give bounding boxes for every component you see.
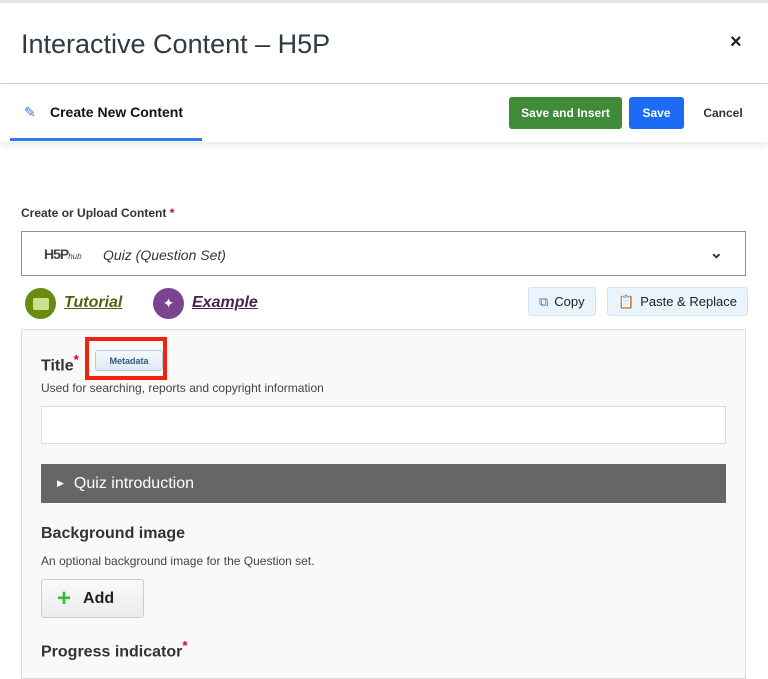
required-marker: *: [182, 638, 188, 653]
tab-create-new-content[interactable]: ✎ Create New Content: [10, 84, 202, 141]
toolbar: ✎ Create New Content Save and Insert Sav…: [0, 84, 768, 142]
quiz-introduction-accordion[interactable]: ▶ Quiz introduction: [41, 464, 726, 503]
progress-text: Progress indicator: [41, 643, 183, 661]
label-text: Create or Upload Content: [21, 206, 167, 220]
h5p-hub-logo: H5Phub: [44, 246, 82, 262]
accordion-label: Quiz introduction: [73, 474, 194, 492]
hub-logo-text: H5P: [44, 246, 69, 262]
content-type-select[interactable]: H5Phub Quiz (Question Set) ⌄: [21, 231, 746, 276]
paste-label: Paste & Replace: [640, 294, 738, 309]
clipboard-icon: 📋: [618, 293, 635, 309]
progress-indicator-label: Progress indicator*: [41, 638, 188, 661]
dialog-title: Interactive Content – H5P: [21, 29, 331, 59]
copy-label: Copy: [554, 294, 585, 309]
paste-replace-button[interactable]: 📋 Paste & Replace: [607, 287, 749, 316]
required-marker: *: [73, 352, 79, 367]
content-type-label: Create or Upload Content *: [21, 206, 174, 220]
tutorial-link[interactable]: Tutorial: [64, 294, 122, 312]
magic-wand-icon: ✦: [153, 288, 184, 319]
save-button[interactable]: Save: [629, 97, 684, 129]
title-input[interactable]: [41, 406, 726, 444]
example-link[interactable]: Example: [192, 294, 258, 312]
background-image-label: Background image: [41, 525, 186, 542]
required-marker: *: [169, 206, 175, 220]
caret-right-icon: ▶: [57, 478, 64, 488]
add-button[interactable]: + Add: [41, 579, 144, 618]
title-description: Used for searching, reports and copyrigh…: [41, 381, 324, 395]
chevron-down-icon: ⌄: [709, 245, 723, 262]
background-image-description: An optional background image for the Que…: [41, 554, 315, 568]
title-label: Title*: [41, 352, 79, 375]
plus-icon: +: [57, 584, 72, 612]
dialog-header: Interactive Content – H5P ×: [0, 3, 768, 84]
pencil-icon: ✎: [24, 104, 36, 120]
highlight-box: [85, 337, 167, 380]
tab-label: Create New Content: [50, 104, 184, 120]
save-and-insert-button[interactable]: Save and Insert: [509, 97, 622, 129]
book-icon: [25, 288, 56, 319]
cancel-button[interactable]: Cancel: [698, 97, 748, 129]
copy-button[interactable]: ⧉ Copy: [528, 287, 596, 316]
selected-content-type: Quiz (Question Set): [103, 247, 226, 263]
hub-logo-sub: hub: [68, 252, 82, 261]
copy-icon: ⧉: [539, 293, 549, 309]
close-icon[interactable]: ×: [730, 31, 742, 54]
editor-form: Title* Metadata Used for searching, repo…: [21, 329, 746, 679]
add-label: Add: [83, 589, 115, 607]
title-text: Title: [41, 357, 74, 375]
